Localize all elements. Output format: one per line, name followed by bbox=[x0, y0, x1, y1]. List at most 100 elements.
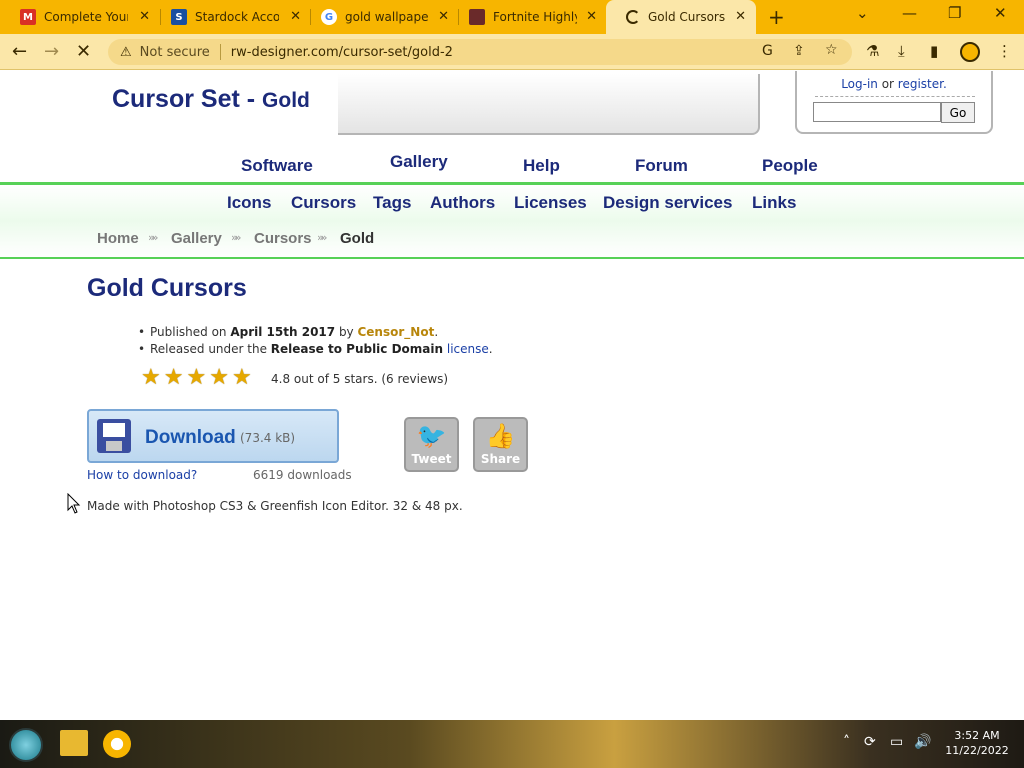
nav-gallery[interactable]: Gallery bbox=[390, 152, 448, 172]
rating-text: 4.8 out of 5 stars. (6 reviews) bbox=[271, 372, 449, 386]
download-icon[interactable]: ⤓ bbox=[898, 42, 905, 60]
chrome-icon[interactable] bbox=[103, 730, 131, 758]
breadcrumb-gallery[interactable]: Gallery bbox=[171, 230, 222, 247]
stop-loading-icon[interactable]: ✕ bbox=[76, 41, 91, 62]
tab-complete-your[interactable]: M Complete Your ✕ bbox=[0, 0, 160, 34]
login-link[interactable]: Log-in bbox=[841, 77, 878, 91]
tab-gold-wallpapers[interactable]: G gold wallpapers ✕ bbox=[301, 0, 459, 34]
warning-icon[interactable]: ⚠ bbox=[120, 45, 132, 60]
star-icon: ★ bbox=[163, 365, 184, 390]
google-icon: G bbox=[321, 9, 337, 25]
login-box: Log-in or register. Go bbox=[795, 71, 993, 134]
fortnite-icon bbox=[469, 9, 485, 25]
address-toolbar: ← → ✕ ⚠ Not secure rw-designer.com/curso… bbox=[0, 34, 1024, 70]
taskbar: ˄ ⟳ ▭ 🔊 3:52 AM 11/22/2022 bbox=[0, 720, 1024, 768]
tab-gold-cursors[interactable]: Gold Cursors ✕ bbox=[606, 0, 756, 34]
tab-stardock[interactable]: S Stardock Accou ✕ bbox=[151, 0, 311, 34]
loading-spinner-icon bbox=[626, 10, 640, 24]
subnav-cursors[interactable]: Cursors bbox=[291, 193, 356, 213]
subnav-band bbox=[0, 182, 1024, 259]
close-tab-icon[interactable]: ✕ bbox=[290, 9, 301, 24]
close-tab-icon[interactable]: ✕ bbox=[586, 9, 597, 24]
bookmark-star-icon[interactable]: ☆ bbox=[825, 42, 838, 58]
subnav-design-services[interactable]: Design services bbox=[603, 193, 732, 213]
tweet-button[interactable]: 🐦 Tweet bbox=[404, 417, 459, 472]
thumbs-up-icon: 👍 bbox=[485, 422, 516, 450]
breadcrumb-cursors[interactable]: Cursors bbox=[254, 230, 312, 247]
floppy-disk-icon bbox=[97, 419, 131, 453]
share-icon[interactable]: ⇪ bbox=[793, 43, 805, 59]
rating-stars[interactable]: ★ ★ ★ ★ ★ bbox=[141, 367, 252, 389]
star-icon: ★ bbox=[141, 365, 161, 390]
login-line: Log-in or register. bbox=[841, 77, 947, 91]
tab-search-chevron-icon[interactable]: ⌄ bbox=[856, 4, 869, 22]
volume-icon[interactable]: 🔊 bbox=[914, 734, 931, 750]
star-icon: ★ bbox=[209, 365, 229, 390]
made-with-text: Made with Photoshop CS3 & Greenfish Icon… bbox=[87, 499, 463, 513]
forward-icon[interactable]: → bbox=[44, 41, 59, 62]
how-to-download-link[interactable]: How to download? bbox=[87, 468, 197, 482]
breadcrumb-current: Gold bbox=[340, 230, 375, 247]
info-list: Published on April 15th 2017 by Censor_N… bbox=[138, 324, 493, 358]
tab-strip: M Complete Your ✕ S Stardock Accou ✕ G g… bbox=[0, 0, 1024, 34]
subnav-tags[interactable]: Tags bbox=[373, 193, 411, 213]
register-link[interactable]: register. bbox=[898, 77, 947, 91]
sync-icon[interactable]: ⟳ bbox=[864, 734, 876, 750]
tray-chevron-icon[interactable]: ˄ bbox=[843, 734, 850, 750]
download-button[interactable]: Download (73.4 kB) bbox=[87, 409, 339, 463]
mouse-pointer-icon bbox=[67, 493, 81, 514]
author-link[interactable]: Censor_Not bbox=[357, 325, 434, 339]
new-tab-icon[interactable]: + bbox=[768, 5, 785, 29]
restore-icon[interactable]: ❐ bbox=[948, 4, 961, 22]
download-count: 6619 downloads bbox=[253, 468, 352, 482]
subnav-links[interactable]: Links bbox=[752, 193, 796, 213]
start-button-icon[interactable] bbox=[9, 728, 43, 762]
close-tab-icon[interactable]: ✕ bbox=[139, 9, 150, 24]
close-window-icon[interactable]: ✕ bbox=[994, 4, 1007, 22]
star-icon: ★ bbox=[186, 365, 207, 390]
nav-help[interactable]: Help bbox=[523, 156, 560, 176]
close-tab-icon[interactable]: ✕ bbox=[438, 9, 449, 24]
search-input[interactable] bbox=[813, 102, 941, 122]
profile-avatar[interactable] bbox=[960, 42, 980, 62]
license-link[interactable]: license bbox=[447, 342, 489, 356]
gmail-icon: M bbox=[20, 9, 36, 25]
nav-forum[interactable]: Forum bbox=[635, 156, 688, 176]
nav-people[interactable]: People bbox=[762, 156, 818, 176]
back-icon[interactable]: ← bbox=[12, 41, 27, 62]
download-size: (73.4 kB) bbox=[240, 431, 296, 445]
network-icon[interactable]: ▭ bbox=[890, 734, 903, 750]
close-tab-icon[interactable]: ✕ bbox=[735, 9, 746, 24]
tab-fortnite[interactable]: Fortnite Highly ✕ bbox=[449, 0, 607, 34]
license-item: Released under the Release to Public Dom… bbox=[138, 341, 493, 358]
clock[interactable]: 3:52 AM 11/22/2022 bbox=[940, 728, 1014, 758]
nav-software[interactable]: Software bbox=[241, 156, 313, 176]
google-lens-icon[interactable]: G bbox=[762, 43, 773, 59]
extensions-icon[interactable]: ⚗ bbox=[866, 42, 879, 60]
go-button[interactable]: Go bbox=[941, 102, 975, 123]
menu-kebab-icon[interactable]: ⋮ bbox=[997, 42, 1012, 60]
subnav-licenses[interactable]: Licenses bbox=[514, 193, 587, 213]
subnav-authors[interactable]: Authors bbox=[430, 193, 495, 213]
security-label[interactable]: Not secure bbox=[140, 45, 210, 60]
page-title: Gold Cursors bbox=[87, 274, 247, 302]
omnibox-divider bbox=[219, 44, 221, 60]
twitter-bird-icon: 🐦 bbox=[416, 422, 447, 450]
address-bar[interactable]: ⚠ Not secure rw-designer.com/cursor-set/… bbox=[108, 39, 852, 65]
breadcrumb-home[interactable]: Home bbox=[97, 230, 139, 247]
star-icon: ★ bbox=[231, 365, 252, 390]
header-banner bbox=[338, 74, 760, 135]
side-panel-icon[interactable]: ▮ bbox=[930, 42, 938, 60]
subnav-icons[interactable]: Icons bbox=[227, 193, 271, 213]
web-page: Cursor Set - Gold Log-in or register. Go… bbox=[0, 71, 1024, 720]
site-title[interactable]: Cursor Set - Gold bbox=[112, 85, 310, 114]
file-explorer-icon[interactable] bbox=[60, 730, 88, 756]
breadcrumb-arrow-icon: »» bbox=[148, 231, 159, 244]
published-item: Published on April 15th 2017 by Censor_N… bbox=[138, 324, 493, 341]
breadcrumb-arrow-icon: »» bbox=[317, 231, 328, 244]
url-text[interactable]: rw-designer.com/cursor-set/gold-2 bbox=[231, 45, 453, 60]
minimize-icon[interactable]: — bbox=[902, 4, 917, 22]
breadcrumb-arrow-icon: »» bbox=[231, 231, 242, 244]
share-button[interactable]: 👍 Share bbox=[473, 417, 528, 472]
stardock-icon: S bbox=[171, 9, 187, 25]
